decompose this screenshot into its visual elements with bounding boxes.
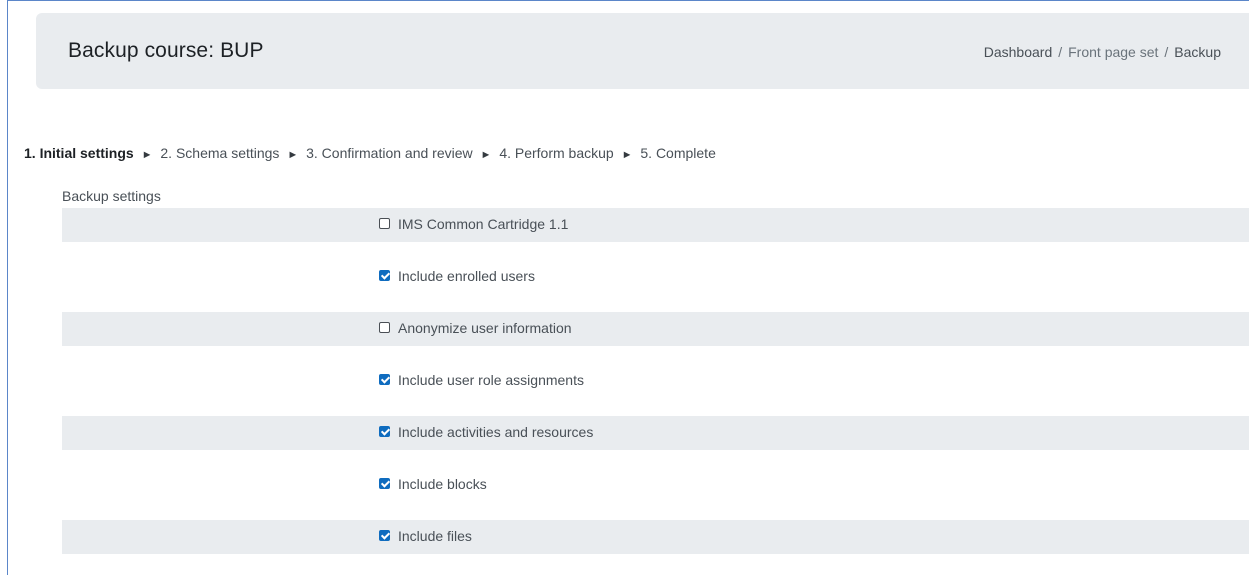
include-blocks-label[interactable]: Include blocks <box>398 476 487 492</box>
page-header: Backup course: BUP Dashboard / Front page … <box>36 13 1249 89</box>
backup-progress-bar: 1. Initial settings ► 2. Schema settings… <box>24 145 716 161</box>
step-arrow-icon: ► <box>141 149 153 161</box>
ims-common-cartridge-label[interactable]: IMS Common Cartridge 1.1 <box>398 216 568 232</box>
browser-frame: Backup course: BUP Dashboard / Front page … <box>7 0 1249 575</box>
step-perform-backup: 4. Perform backup <box>499 145 614 161</box>
include-role-assignments-label[interactable]: Include user role assignments <box>398 372 584 388</box>
include-enrolled-users-checkbox[interactable] <box>379 270 390 281</box>
step-initial-settings: 1. Initial settings <box>24 145 134 161</box>
breadcrumb: Dashboard / Front page set / Backup <box>984 44 1221 60</box>
breadcrumb-separator: / <box>1058 44 1063 60</box>
breadcrumb-separator: / <box>1164 44 1169 60</box>
include-files-label[interactable]: Include files <box>398 528 472 544</box>
breadcrumb-dashboard[interactable]: Dashboard <box>984 44 1053 60</box>
include-enrolled-users-label[interactable]: Include enrolled users <box>398 268 535 284</box>
breadcrumb-backup[interactable]: Backup <box>1174 44 1221 60</box>
setting-row-include-blocks: Include blocks <box>62 468 1249 502</box>
setting-row-include-enrolled-users: Include enrolled users <box>62 260 1249 294</box>
step-complete: 5. Complete <box>640 145 716 161</box>
include-role-assignments-checkbox[interactable] <box>379 374 390 385</box>
setting-row-anonymize-user-info: Anonymize user information <box>62 312 1249 346</box>
step-arrow-icon: ► <box>621 149 633 161</box>
anonymize-user-info-checkbox[interactable] <box>379 322 390 333</box>
backup-settings-list: IMS Common Cartridge 1.1 Include enrolle… <box>62 208 1249 572</box>
breadcrumb-front-page-settings[interactable]: Front page set <box>1068 44 1158 60</box>
include-activities-checkbox[interactable] <box>379 426 390 437</box>
backup-settings-legend: Backup settings <box>62 188 161 204</box>
setting-row-ims-common-cartridge: IMS Common Cartridge 1.1 <box>62 208 1249 242</box>
setting-row-include-files: Include files <box>62 520 1249 554</box>
page-title: Backup course: BUP <box>68 39 264 62</box>
include-blocks-checkbox[interactable] <box>379 478 390 489</box>
step-arrow-icon: ► <box>287 149 299 161</box>
setting-row-include-role-assignments: Include user role assignments <box>62 364 1249 398</box>
ims-common-cartridge-checkbox[interactable] <box>379 218 390 229</box>
include-activities-label[interactable]: Include activities and resources <box>398 424 593 440</box>
step-schema-settings: 2. Schema settings <box>160 145 280 161</box>
include-files-checkbox[interactable] <box>379 530 390 541</box>
anonymize-user-info-label[interactable]: Anonymize user information <box>398 320 572 336</box>
step-confirmation-review: 3. Confirmation and review <box>306 145 473 161</box>
setting-row-include-activities: Include activities and resources <box>62 416 1249 450</box>
step-arrow-icon: ► <box>480 149 492 161</box>
